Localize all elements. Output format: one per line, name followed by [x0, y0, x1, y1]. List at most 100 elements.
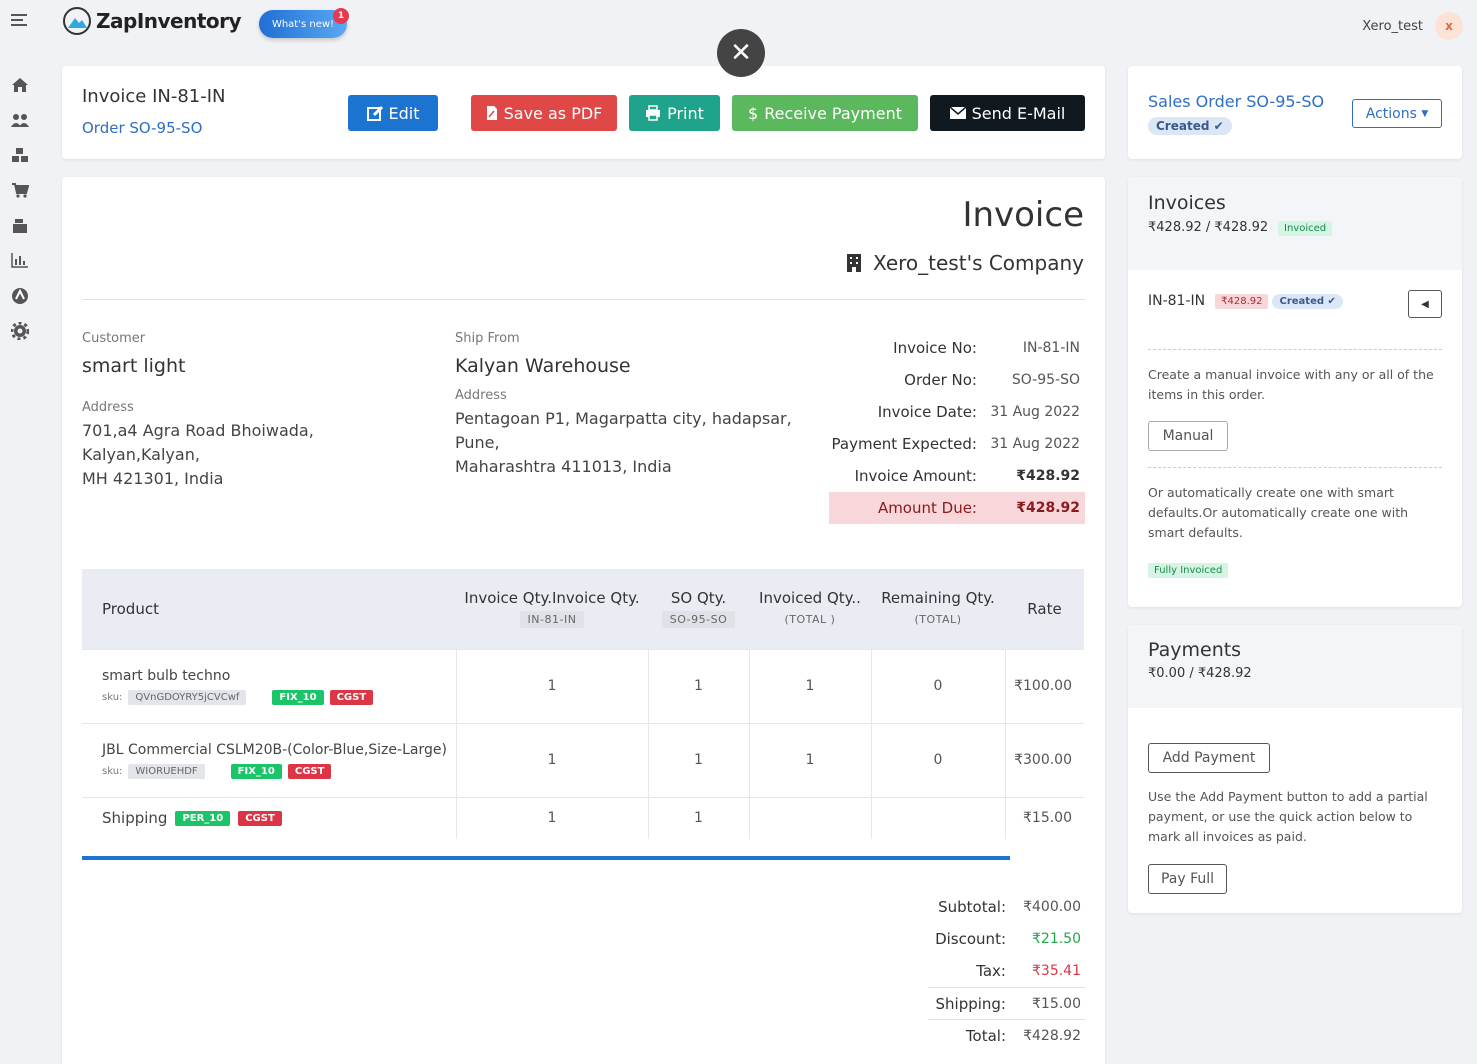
invoice-qty-cell: 1 [456, 648, 649, 723]
customer-label: Customer [82, 331, 146, 346]
menu-icon[interactable] [10, 10, 30, 30]
edit-label: Edit [388, 103, 420, 123]
pdf-icon [486, 106, 497, 120]
actions-label: Actions [1365, 105, 1417, 122]
address-line: MH 421301, India [82, 469, 224, 488]
meta-invoice-amount: Invoice Amount: ₹428.92 [829, 460, 1085, 492]
th-rate: Rate [1005, 569, 1084, 649]
th-sub: (TOTAL) [914, 613, 962, 627]
user-menu[interactable]: Xero_test x [1362, 12, 1463, 40]
manual-text: Create a manual invoice with any or all … [1148, 367, 1434, 402]
ship-address: Pentagoan P1, Magarpatta city, hadapsar,… [455, 407, 792, 479]
compass-icon[interactable] [10, 286, 30, 306]
send-email-label: Send E-Mail [971, 103, 1066, 123]
invoice-item-amount: ₹428.92 [1215, 293, 1269, 309]
order-link[interactable]: Order SO-95-SO [82, 119, 202, 137]
invoice-document: Invoice Xero_test's Company Customer sma… [62, 177, 1105, 1064]
auto-text: Or automatically create one with smart d… [1148, 485, 1409, 540]
invoice-list-item[interactable]: IN-81-IN ₹428.92 Created ✔ [1148, 293, 1343, 309]
manual-button[interactable]: Manual [1148, 421, 1228, 451]
save-pdf-button[interactable]: Save as PDF [471, 95, 617, 131]
home-icon[interactable] [10, 75, 30, 95]
total-value: ₹21.50 [1032, 931, 1081, 947]
print-label: Print [667, 103, 704, 123]
printer-icon [646, 105, 661, 121]
send-email-button[interactable]: Send E-Mail [930, 95, 1085, 131]
rate-cell: ₹100.00 [1005, 648, 1084, 723]
caret-down-icon: ▼ [1421, 108, 1429, 119]
product-name: JBL Commercial CSLM20B-(Color-Blue,Size-… [102, 741, 447, 758]
cart-icon[interactable] [10, 180, 30, 200]
add-payment-button[interactable]: Add Payment [1148, 743, 1270, 773]
boxes-icon[interactable] [10, 145, 30, 165]
subtotal-row: Subtotal: ₹400.00 [928, 891, 1085, 923]
invoice-meta: Invoice No: IN-81-IN Order No: SO-95-SO In… [829, 332, 1085, 524]
meta-key: Order No: [904, 371, 977, 389]
total-key: Subtotal: [938, 898, 1006, 916]
discount-row: Discount: ₹21.50 [928, 923, 1085, 955]
invoices-amount: ₹428.92 / ₹428.92 [1148, 220, 1269, 235]
grand-total-row: Total: ₹428.92 [928, 1019, 1085, 1051]
meta-value: SO-95-SO [1011, 372, 1080, 388]
ship-address-label: Address [455, 388, 507, 403]
meta-key: Amount Due: [877, 499, 977, 517]
invoices-title: Invoices [1148, 192, 1226, 214]
whats-new-button[interactable]: What's new! 1 [259, 8, 349, 38]
app-logo[interactable]: ZapInventory [62, 6, 242, 36]
th-invoice-qty: Invoice Qty.Invoice Qty. IN-81-IN [456, 569, 648, 649]
receive-payment-button[interactable]: $ Receive Payment [732, 95, 918, 131]
close-button[interactable]: ✕ [717, 29, 765, 77]
total-key: Tax: [976, 962, 1006, 980]
users-icon[interactable] [10, 110, 30, 130]
meta-value: 31 Aug 2022 [990, 436, 1080, 452]
th-sub: IN-81-IN [519, 611, 585, 629]
product-name: smart bulb techno [102, 667, 231, 684]
print-button[interactable]: Print [629, 95, 720, 131]
rate-cell: ₹15.00 [1005, 796, 1084, 839]
items-table: Product Invoice Qty.Invoice Qty. IN-81-IN… [82, 569, 1084, 839]
tax-tag: CGST [287, 763, 332, 779]
pay-full-button[interactable]: Pay Full [1148, 864, 1227, 894]
receive-payment-label: Receive Payment [764, 103, 902, 123]
sku-badge: WIORUEHDF [128, 763, 205, 779]
th-label: Invoiced Qty.. [759, 589, 861, 608]
table-header-row: Product Invoice Qty.Invoice Qty. IN-81-IN… [82, 569, 1084, 649]
total-key: Shipping: [935, 994, 1007, 1013]
discount-tag: FIX_10 [272, 689, 324, 705]
tax-tag: CGST [329, 689, 374, 705]
so-qty-cell: 1 [648, 796, 750, 839]
edit-icon [366, 105, 383, 121]
invoiced-qty-cell [749, 796, 872, 839]
totals: Subtotal: ₹400.00 Discount: ₹21.50 Tax: ₹35… [928, 891, 1085, 1051]
remaining-qty-cell [871, 796, 1006, 839]
chart-icon[interactable] [10, 250, 30, 270]
close-icon: ✕ [730, 38, 752, 68]
meta-payment-expected: Payment Expected: 31 Aug 2022 [829, 428, 1085, 460]
edit-button[interactable]: Edit [348, 95, 438, 131]
whats-new-label: What's new! [271, 18, 335, 30]
user-name: Xero_test [1362, 18, 1423, 34]
th-product: Product [82, 569, 456, 649]
so-qty-cell: 1 [648, 722, 750, 797]
product-cell: smart bulb techno sku: QVnGDOYRY5jCVCwf … [82, 648, 457, 723]
invoice-qty-cell: 1 [456, 796, 649, 839]
save-pdf-label: Save as PDF [503, 103, 603, 123]
meta-invoice-date: Invoice Date: 31 Aug 2022 [829, 396, 1085, 428]
caret-left-icon: ◀ [1421, 298, 1429, 310]
rate-cell: ₹300.00 [1005, 722, 1084, 797]
actions-dropdown[interactable]: Actions ▼ [1352, 99, 1442, 128]
total-value: ₹428.92 [1023, 1027, 1081, 1044]
th-label: SO Qty. [670, 589, 727, 608]
sales-order-link[interactable]: Sales Order SO-95-SO [1148, 92, 1324, 111]
page-title: Invoice IN-81-IN [82, 86, 226, 107]
status-badge: Created ✔ [1148, 117, 1232, 135]
gear-icon[interactable] [10, 321, 30, 341]
tax-tag: CGST [238, 810, 282, 826]
collapse-button[interactable]: ◀ [1408, 290, 1442, 318]
register-icon[interactable] [10, 216, 30, 236]
table-row: smart bulb techno sku: QVnGDOYRY5jCVCwf … [82, 648, 1084, 723]
shipping-label-row: Shipping PER_10 CGST [102, 809, 456, 827]
sku-badge: QVnGDOYRY5jCVCwf [128, 689, 247, 705]
avatar: x [1435, 12, 1463, 40]
app-name: ZapInventory [96, 9, 242, 33]
